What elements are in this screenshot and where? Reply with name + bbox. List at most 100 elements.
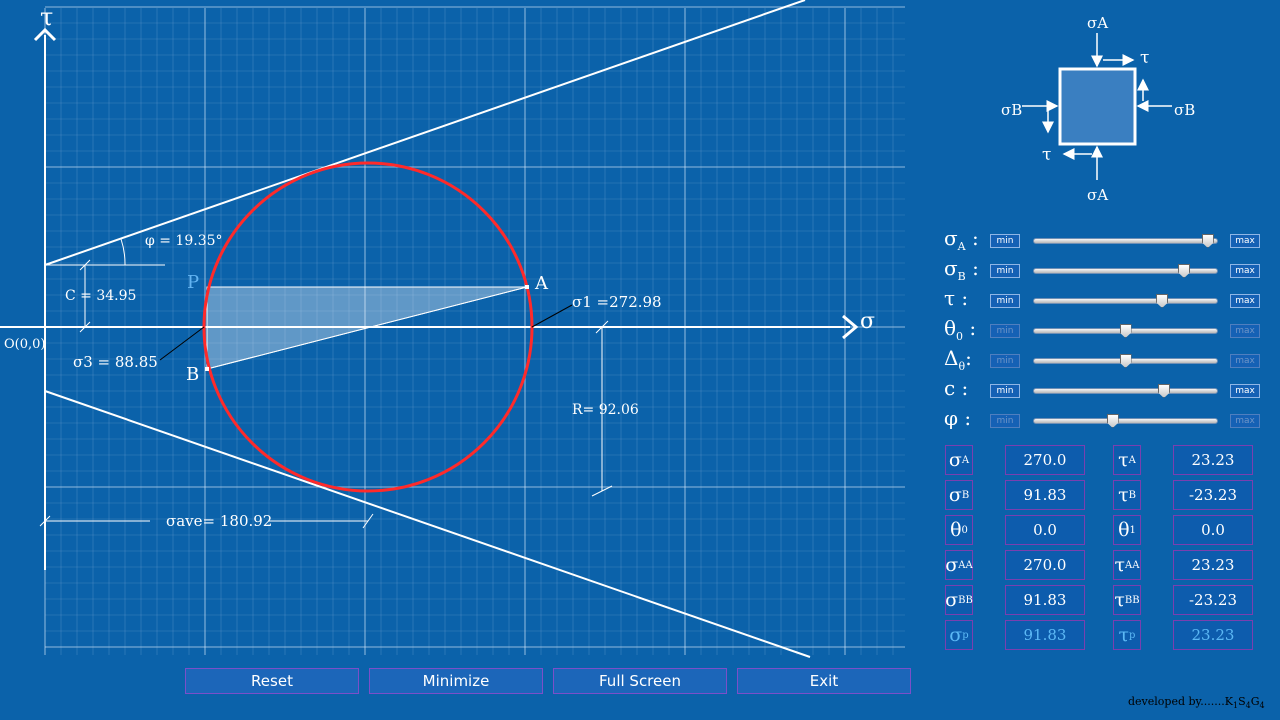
max-button[interactable]: max [1230,414,1260,428]
element-bottom-label: σA [1087,186,1108,204]
slider-thumb[interactable] [1119,324,1132,338]
developer-credit: developed by.......K1S4G4 [1128,695,1265,711]
symbol-cell: σp [945,620,973,650]
sigma-axis-label: σ [860,309,875,334]
max-button[interactable]: max [1230,324,1260,338]
symbol-cell: σ BB [945,585,973,615]
slider-track[interactable] [1033,294,1218,308]
control-label: θ0 : [944,316,977,343]
control-label: σB : [944,256,979,283]
element-tau-bottom-label: τ [1042,145,1051,165]
element-tau-top-label: τ [1140,48,1149,68]
element-left-label: σB [1001,101,1022,119]
element-top-label: σA [1087,14,1108,32]
slider-track[interactable] [1033,384,1218,398]
minimize-button[interactable]: Minimize [369,668,543,694]
min-button[interactable]: min [990,294,1020,308]
symbol-cell: τp [1113,620,1141,650]
value-cell: 0.0 [1173,515,1253,545]
symbol-cell: τA [1113,445,1141,475]
slider-thumb[interactable] [1157,384,1170,398]
max-button[interactable]: max [1230,354,1260,368]
value-cell: 23.23 [1173,550,1253,580]
symbol-cell: τ BB [1113,585,1141,615]
symbol-cell: τB [1113,480,1141,510]
control-row: σB : min max [940,256,1270,284]
max-button[interactable]: max [1230,264,1260,278]
max-button[interactable]: max [1230,234,1260,248]
control-row: τ : min max [940,286,1270,314]
point-B-marker [205,367,209,371]
value-cell: 0.0 [1005,515,1085,545]
sigma-ave-label: σave= 180.92 [166,512,272,530]
value-cell: 270.0 [1005,445,1085,475]
control-row: φ : min max [940,406,1270,434]
stress-element-diagram: σA σA σB σB τ τ [1001,14,1195,204]
slider-track[interactable] [1033,234,1218,248]
exit-button[interactable]: Exit [737,668,911,694]
slider-thumb[interactable] [1178,264,1191,278]
control-label: τ : [944,286,969,310]
stress-element-square [1058,67,1137,146]
symbol-cell: σB [945,480,973,510]
value-cell: 23.23 [1173,620,1253,650]
grid-minor [45,8,905,655]
sigma3-leader [159,326,205,361]
control-label: c : [944,376,969,400]
sigma1-leader [531,304,573,328]
control-label: φ : [944,406,972,430]
value-cell: 91.83 [1005,585,1085,615]
slider-thumb[interactable] [1156,294,1169,308]
symbol-cell: σA [945,445,973,475]
slider-track[interactable] [1033,324,1218,338]
sigma3-label: σ3 = 88.85 [73,353,158,371]
symbol-cell: θ1 [1113,515,1141,545]
value-cell: -23.23 [1173,585,1253,615]
envelope-upper-line [44,0,806,266]
min-button[interactable]: min [990,324,1020,338]
max-button[interactable]: max [1230,384,1260,398]
slider-track[interactable] [1033,264,1218,278]
max-button[interactable]: max [1230,294,1260,308]
control-label: Δθ: [944,346,972,373]
slider-thumb[interactable] [1119,354,1132,368]
phi-arc [120,238,126,266]
min-button[interactable]: min [990,234,1020,248]
point-P-label: P [187,272,199,293]
value-cell: 91.83 [1005,620,1085,650]
sigma1-label: σ1 =272.98 [572,293,662,311]
value-cell: 91.83 [1005,480,1085,510]
point-A-label: A [534,273,549,294]
radius-label: R= 92.06 [572,402,639,418]
value-cell: 270.0 [1005,550,1085,580]
slider-track[interactable] [1033,414,1218,428]
control-row: σA : min max [940,226,1270,254]
grid-major [44,6,905,655]
symbol-cell: τ AA [1113,550,1141,580]
value-cell: 23.23 [1173,445,1253,475]
control-row: c : min max [940,376,1270,404]
slider-track[interactable] [1033,354,1218,368]
symbol-cell: σ AA [945,550,973,580]
symbol-cell: θ0 [945,515,973,545]
min-button[interactable]: min [990,384,1020,398]
tau-axis-label: τ [40,3,53,31]
value-cell: -23.23 [1173,480,1253,510]
slider-thumb[interactable] [1201,234,1214,248]
min-button[interactable]: min [990,414,1020,428]
element-right-label: σB [1174,101,1195,119]
min-button[interactable]: min [990,354,1020,368]
c-label: C = 34.95 [65,288,136,304]
control-row: Δθ: min max [940,346,1270,374]
phi-label: φ = 19.35° [145,233,223,249]
reset-button[interactable]: Reset [185,668,359,694]
point-A-marker [525,285,529,289]
origin-label: O(0,0) [4,337,45,352]
point-B-label: B [186,364,199,385]
slider-thumb[interactable] [1106,414,1119,428]
fullscreen-button[interactable]: Full Screen [553,668,727,694]
envelope-lower-line [44,390,811,658]
control-label: σA : [944,226,979,253]
control-row: θ0 : min max [940,316,1270,344]
min-button[interactable]: min [990,264,1020,278]
